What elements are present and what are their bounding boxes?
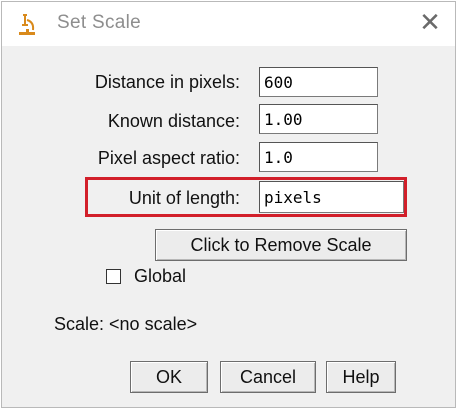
title-bar[interactable]: Set Scale ✕ [2,2,455,46]
help-button[interactable]: Help [326,361,396,393]
global-checkbox[interactable] [106,269,121,284]
distance-pixels-label: Distance in pixels: [94,72,240,92]
dialog-title: Set Scale [57,12,142,33]
global-label: Global [134,266,187,286]
unit-of-length-label: Unit of length: [128,188,240,208]
known-distance-label: Known distance: [107,111,240,131]
microscope-icon [19,14,35,35]
remove-scale-button[interactable]: Click to Remove Scale [155,229,407,261]
pixel-aspect-ratio-label: Pixel aspect ratio: [97,148,240,168]
pixel-aspect-ratio-field[interactable] [259,142,378,172]
distance-pixels-field[interactable] [259,67,378,97]
known-distance-field[interactable] [259,104,378,134]
scale-status: Scale: <no scale> [54,314,198,334]
ok-button[interactable]: OK [130,361,208,393]
cancel-button[interactable]: Cancel [220,361,316,393]
close-icon[interactable]: ✕ [415,8,445,38]
unit-of-length-field[interactable] [259,181,404,213]
